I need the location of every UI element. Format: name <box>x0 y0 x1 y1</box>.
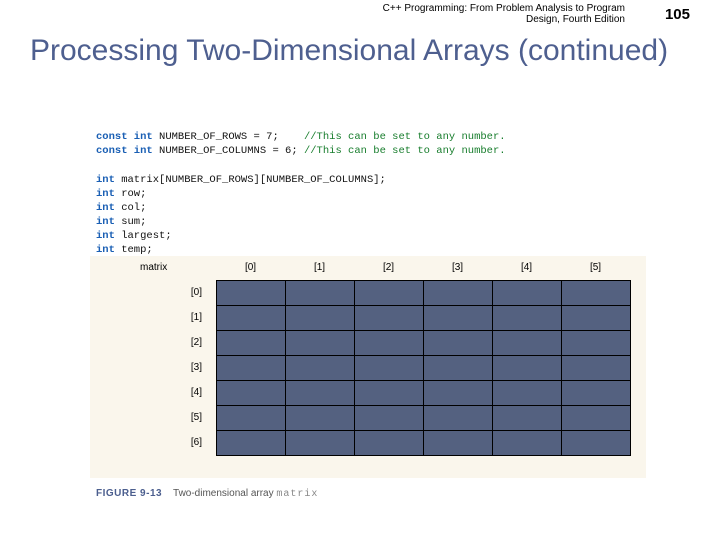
cell <box>562 331 631 356</box>
col-header: [4] <box>492 262 561 273</box>
cell <box>355 306 424 331</box>
cell <box>424 406 493 431</box>
cell <box>286 331 355 356</box>
cell <box>493 356 562 381</box>
col-header: [2] <box>354 262 423 273</box>
row-header: [3] <box>178 355 202 380</box>
col-header: [3] <box>423 262 492 273</box>
cell <box>217 306 286 331</box>
book-title: C++ Programming: From Problem Analysis t… <box>130 3 665 25</box>
cell <box>355 356 424 381</box>
table-row <box>217 431 631 456</box>
code-keyword: int <box>96 202 115 214</box>
cell <box>355 406 424 431</box>
code-comment: //This can be set to any number. <box>304 145 506 157</box>
cell <box>217 431 286 456</box>
code-keyword: int <box>96 244 115 256</box>
cell <box>493 431 562 456</box>
row-header: [5] <box>178 405 202 430</box>
row-headers: [0] [1] [2] [3] [4] [5] [6] <box>178 280 202 455</box>
cell <box>562 406 631 431</box>
cell <box>355 281 424 306</box>
cell <box>493 406 562 431</box>
code-text: temp; <box>115 244 153 256</box>
cell <box>217 406 286 431</box>
code-keyword: const int <box>96 145 153 157</box>
code-keyword: const int <box>96 131 153 143</box>
cell <box>217 381 286 406</box>
code-text: col; <box>115 202 147 214</box>
code-text: NUMBER_OF_COLUMNS = 6; <box>153 145 304 157</box>
cell <box>286 356 355 381</box>
code-keyword: int <box>96 216 115 228</box>
table-row <box>217 281 631 306</box>
cell <box>562 356 631 381</box>
row-header: [0] <box>178 280 202 305</box>
figure-area: matrix [0] [1] [2] [3] [4] [5] [0] [1] [… <box>90 256 646 478</box>
code-keyword: int <box>96 174 115 186</box>
cell <box>286 406 355 431</box>
cell <box>217 281 286 306</box>
cell <box>424 431 493 456</box>
code-text: row; <box>115 188 147 200</box>
cell <box>424 381 493 406</box>
cell <box>424 356 493 381</box>
cell <box>355 381 424 406</box>
column-headers: [0] [1] [2] [3] [4] [5] <box>216 262 630 273</box>
cell <box>493 281 562 306</box>
cell <box>562 381 631 406</box>
cell <box>286 281 355 306</box>
row-header: [6] <box>178 430 202 455</box>
cell <box>217 331 286 356</box>
cell <box>355 431 424 456</box>
cell <box>424 281 493 306</box>
figure-caption-text: Two-dimensional array <box>173 488 276 499</box>
cell <box>562 306 631 331</box>
code-block: const int NUMBER_OF_ROWS = 7; //This can… <box>96 130 506 258</box>
col-header: [5] <box>561 262 630 273</box>
cell <box>493 381 562 406</box>
row-header: [1] <box>178 305 202 330</box>
code-comment: //This can be set to any number. <box>304 131 506 143</box>
table-row <box>217 406 631 431</box>
cell <box>424 331 493 356</box>
table-row <box>217 331 631 356</box>
matrix-grid <box>216 280 631 456</box>
code-text: NUMBER_OF_ROWS = 7; <box>153 131 304 143</box>
table-row <box>217 356 631 381</box>
code-text: sum; <box>115 216 147 228</box>
cell <box>217 356 286 381</box>
matrix-label: matrix <box>140 262 167 273</box>
page-number: 105 <box>665 6 690 23</box>
cell <box>355 331 424 356</box>
col-header: [0] <box>216 262 285 273</box>
table-row <box>217 306 631 331</box>
row-header: [2] <box>178 330 202 355</box>
slide-title: Processing Two-Dimensional Arrays (conti… <box>30 34 690 69</box>
table-row <box>217 381 631 406</box>
code-keyword: int <box>96 230 115 242</box>
cell <box>562 431 631 456</box>
figure-caption: FIGURE 9-13 Two-dimensional array matrix <box>96 488 318 500</box>
cell <box>286 431 355 456</box>
cell <box>493 331 562 356</box>
code-text: matrix[NUMBER_OF_ROWS][NUMBER_OF_COLUMNS… <box>115 174 386 186</box>
cell <box>286 381 355 406</box>
cell <box>493 306 562 331</box>
cell <box>286 306 355 331</box>
col-header: [1] <box>285 262 354 273</box>
cell <box>424 306 493 331</box>
header-bar: C++ Programming: From Problem Analysis t… <box>130 0 690 28</box>
figure-label: FIGURE 9-13 <box>96 488 162 499</box>
cell <box>562 281 631 306</box>
row-header: [4] <box>178 380 202 405</box>
code-text: largest; <box>115 230 172 242</box>
figure-caption-code: matrix <box>276 489 318 500</box>
slide: C++ Programming: From Problem Analysis t… <box>0 0 720 540</box>
code-keyword: int <box>96 188 115 200</box>
